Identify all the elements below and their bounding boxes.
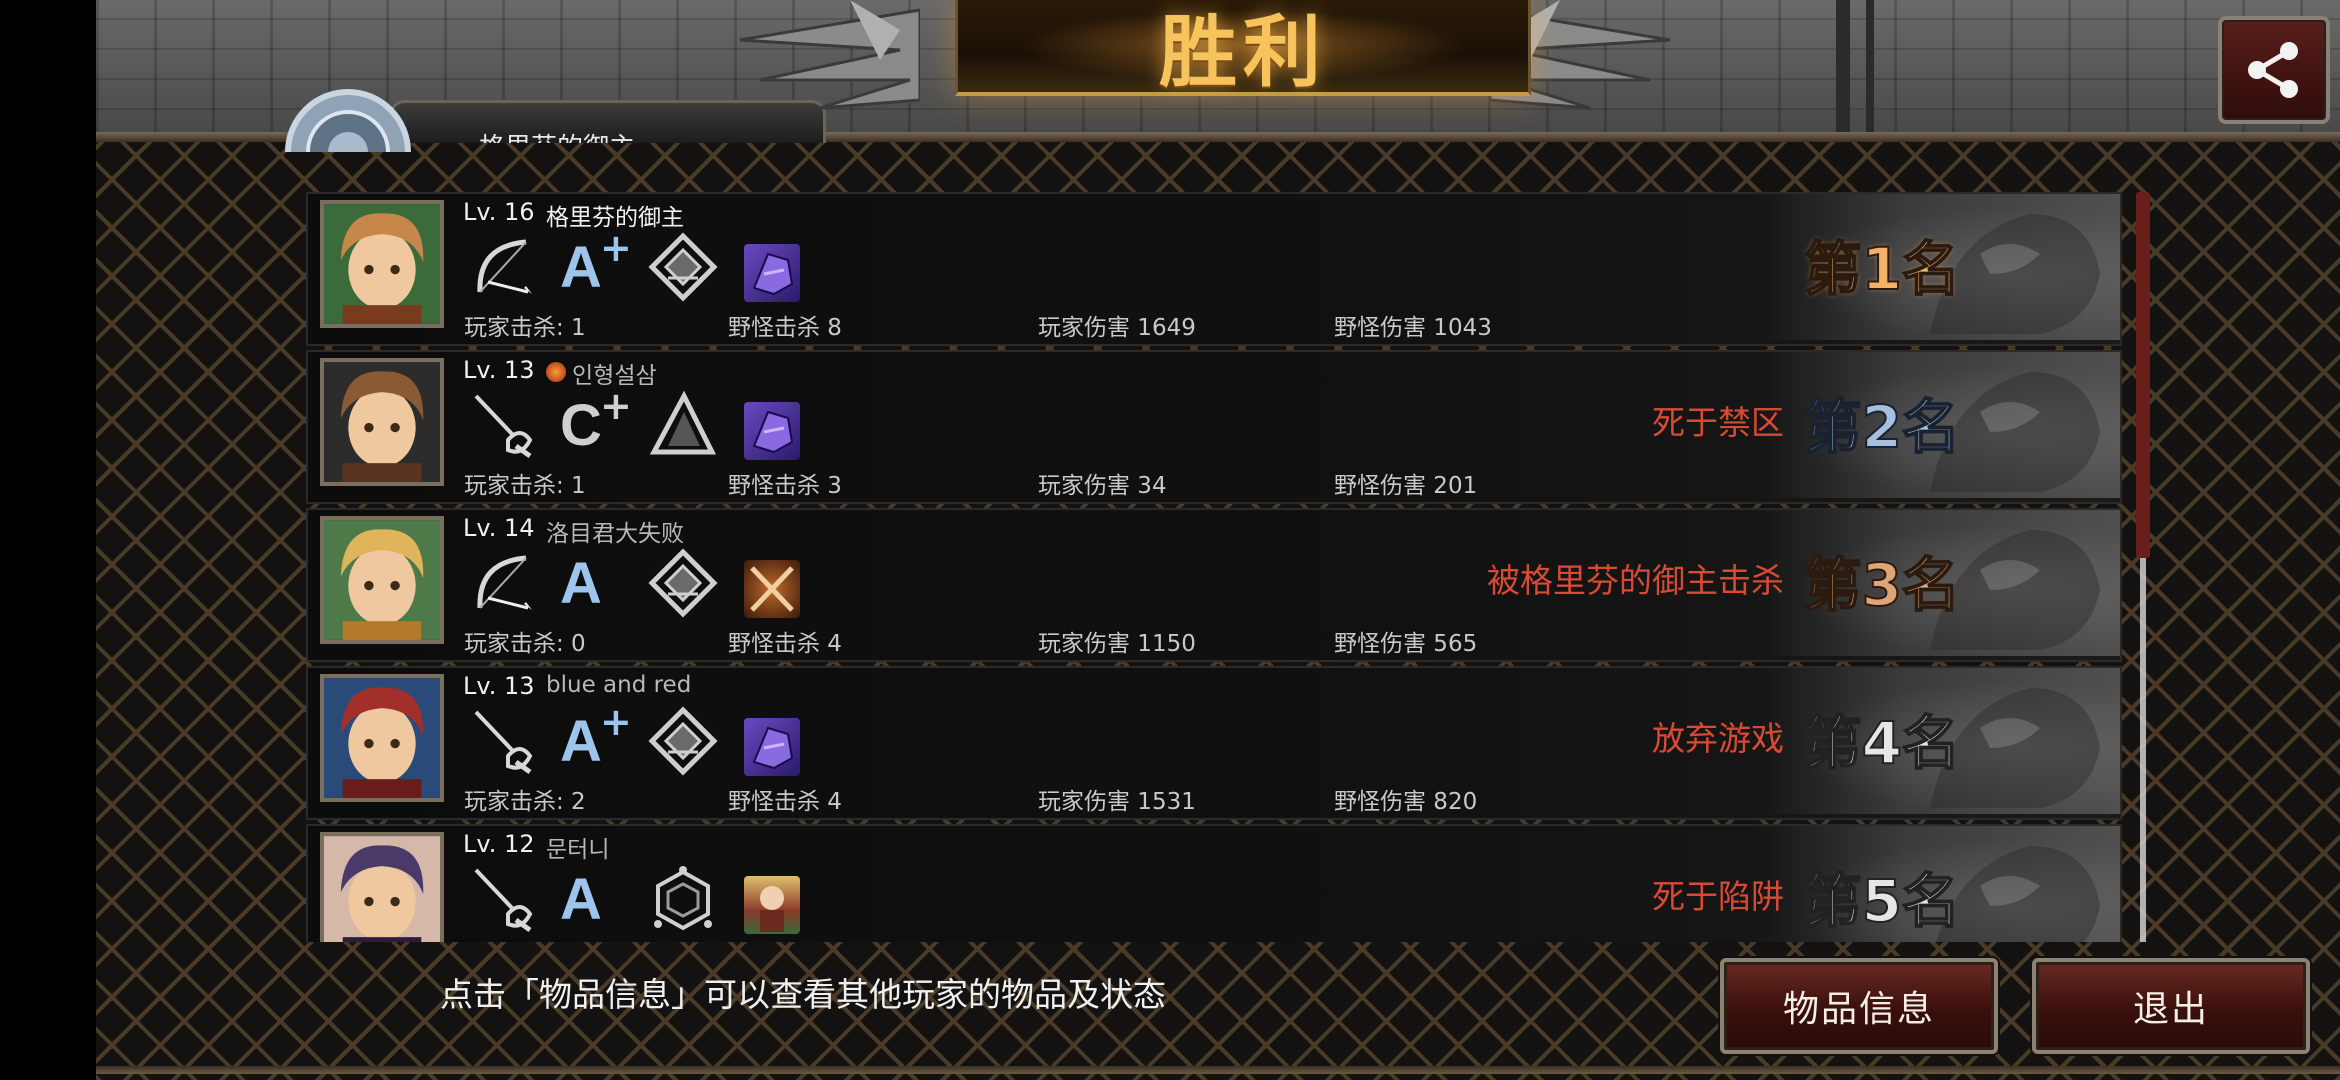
player-kills: 玩家击杀: 1 — [464, 473, 586, 499]
monster-kills: 野怪击杀 3 — [728, 473, 842, 499]
result-row[interactable]: Lv. 13 인형설삼 C + 玩家击杀: 1 野怪击杀 3 玩家伤害 34 野怪伤害 201… — [306, 350, 2122, 504]
grade-plus: + — [600, 226, 632, 270]
diamond-emblem-icon — [648, 706, 718, 776]
results-list[interactable]: Lv. 16 格里芬的御主 A + 玩家击杀: 1 野怪击杀 8 玩家伤害 1649 野怪伤害… — [306, 192, 2126, 942]
monster-kills: 野怪击杀 8 — [728, 315, 842, 341]
background-pole — [1866, 0, 1874, 140]
grade-letter: C — [560, 393, 602, 458]
player-level: Lv. 13 — [463, 672, 535, 700]
player-avatar[interactable] — [320, 516, 444, 644]
rapier-icon — [468, 390, 538, 460]
rapier-icon — [468, 706, 538, 776]
grade-letter: A — [560, 235, 602, 300]
result-row[interactable]: Lv. 13 blue and red A + 玩家击杀: 2 野怪击杀 4 玩家伤害 15… — [306, 666, 2122, 820]
result-row[interactable]: Lv. 16 格里芬的御主 A + 玩家击杀: 1 野怪击杀 8 玩家伤害 1649 野怪伤害… — [306, 192, 2122, 346]
player-level: Lv. 12 — [463, 830, 535, 858]
footer-hint: 点击「物品信息」可以查看其他玩家的物品及状态 — [440, 975, 1166, 1014]
player-damage: 玩家伤害 34 — [1038, 473, 1167, 499]
player-name: 洛目君大失败 — [546, 521, 684, 547]
grade-letter: A — [560, 867, 602, 932]
monster-damage: 野怪伤害 565 — [1334, 631, 1478, 657]
triangle-emblem-icon — [648, 390, 718, 460]
share-button[interactable] — [2218, 16, 2330, 124]
diamond-emblem-icon — [648, 548, 718, 618]
grade-icon: A — [558, 548, 628, 618]
ginseng-icon — [546, 362, 566, 382]
monster-damage: 野怪伤害 201 — [1334, 473, 1478, 499]
grade-plus: + — [600, 384, 632, 428]
player-avatar[interactable] — [320, 358, 444, 486]
elimination-status: 死于陷阱 — [1652, 877, 1784, 916]
grade-letter: A — [560, 709, 602, 774]
rank-label: 第4名 — [1803, 708, 1961, 778]
background-pole — [1836, 0, 1850, 140]
character-card-icon[interactable] — [744, 876, 800, 934]
grade-icon: C + — [558, 384, 632, 460]
bow-icon — [468, 548, 538, 618]
scrollbar-thumb[interactable] — [2136, 192, 2150, 558]
player-name: blue and red — [546, 672, 692, 698]
elimination-status: 放弃游戏 — [1652, 719, 1784, 758]
diamond-emblem-icon — [648, 232, 718, 302]
purple-gauntlet-icon[interactable] — [744, 402, 800, 460]
player-damage: 玩家伤害 1150 — [1038, 631, 1196, 657]
grade-letter: A — [560, 551, 602, 616]
result-row[interactable]: Lv. 12 문터니 A 死于陷阱 第5名 — [306, 824, 2122, 942]
player-avatar[interactable] — [320, 832, 444, 942]
item-info-button[interactable]: 物品信息 — [1720, 958, 1998, 1054]
elimination-status: 被格里芬的御主击杀 — [1487, 561, 1784, 600]
monster-kills: 野怪击杀 4 — [728, 631, 842, 657]
player-name: 문터니 — [546, 837, 610, 863]
grade-icon: A + — [558, 226, 632, 302]
left-wing-ornament-icon — [739, 0, 920, 110]
player-level: Lv. 16 — [463, 198, 535, 226]
share-icon — [2248, 42, 2298, 98]
purple-gauntlet-icon[interactable] — [744, 718, 800, 776]
grade-plus: + — [600, 700, 632, 744]
player-level: Lv. 14 — [463, 514, 535, 542]
player-damage: 玩家伤害 1531 — [1038, 789, 1196, 815]
panel-bottom-rim — [96, 1066, 2340, 1074]
purple-gauntlet-icon[interactable] — [744, 244, 800, 302]
grade-icon: A + — [558, 700, 632, 776]
bow-icon — [468, 232, 538, 302]
grade-icon: A — [558, 864, 628, 934]
rank-label: 第1名 — [1803, 234, 1961, 304]
monster-kills: 野怪击杀 4 — [728, 789, 842, 815]
rank-label: 第5名 — [1803, 866, 1961, 936]
player-kills: 玩家击杀: 0 — [464, 631, 586, 657]
rapier-icon — [468, 864, 538, 934]
player-avatar[interactable] — [320, 674, 444, 802]
player-kills: 玩家击杀: 2 — [464, 789, 586, 815]
elimination-status: 死于禁区 — [1652, 403, 1784, 442]
player-kills: 玩家击杀: 1 — [464, 315, 586, 341]
winner-emblem-icon — [282, 82, 414, 152]
result-row[interactable]: Lv. 14 洛目君大失败 A 玩家击杀: 0 野怪击杀 4 玩家伤害 1150 野怪伤害 … — [306, 508, 2122, 662]
rank-label: 第2名 — [1803, 392, 1961, 462]
victory-title: 胜利 — [1158, 8, 1327, 98]
player-avatar[interactable] — [320, 200, 444, 328]
monster-damage: 野怪伤害 820 — [1334, 789, 1478, 815]
title-plate: 胜利 — [955, 0, 1531, 98]
monster-damage: 野怪伤害 1043 — [1334, 315, 1492, 341]
exit-button[interactable]: 退出 — [2032, 958, 2310, 1054]
crossed-blades-icon[interactable] — [744, 560, 800, 618]
hexagon-emblem-icon — [648, 864, 718, 934]
winner-nameplate-text: 格里芬的御主 — [479, 127, 635, 143]
rank-label: 第3名 — [1803, 550, 1961, 620]
player-damage: 玩家伤害 1649 — [1038, 315, 1196, 341]
player-level: Lv. 13 — [463, 356, 535, 384]
